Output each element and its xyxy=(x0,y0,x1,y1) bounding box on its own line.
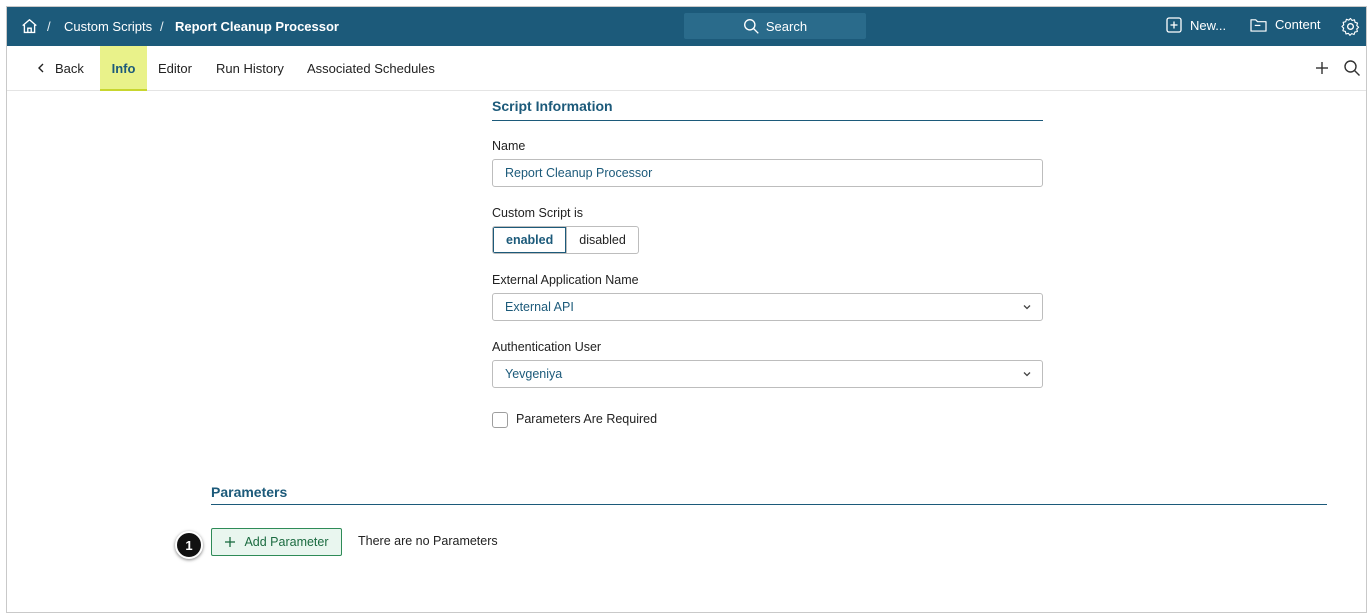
back-button[interactable]: Back xyxy=(37,46,84,91)
step-callout-badge: 1 xyxy=(175,531,203,559)
breadcrumb-current: Report Cleanup Processor xyxy=(175,19,339,34)
authentication-user-value: Yevgeniya xyxy=(505,367,563,381)
chevron-down-icon xyxy=(1023,305,1031,310)
external-application-value: External API xyxy=(505,300,574,314)
tab-associated-schedules[interactable]: Associated Schedules xyxy=(307,46,435,91)
top-bar: / Custom Scripts / Report Cleanup Proces… xyxy=(7,7,1366,46)
enabled-option[interactable]: enabled xyxy=(493,227,567,253)
search-icon xyxy=(743,18,759,34)
parameters-required-label: Parameters Are Required xyxy=(516,412,658,426)
parameters-required-checkbox[interactable] xyxy=(492,412,508,428)
plus-icon[interactable] xyxy=(1313,59,1331,77)
authentication-user-label: Authentication User xyxy=(492,340,602,354)
external-application-label: External Application Name xyxy=(492,273,639,287)
tab-editor[interactable]: Editor xyxy=(158,46,192,91)
content-label: Content xyxy=(1275,17,1321,32)
search-label: Search xyxy=(765,18,808,34)
search-icon[interactable] xyxy=(1343,59,1361,77)
search-button[interactable]: Search xyxy=(684,13,866,39)
breadcrumb-custom-scripts[interactable]: Custom Scripts xyxy=(64,19,152,34)
tab-bar: Back Info Editor Run History Associated … xyxy=(7,46,1366,91)
chevron-left-icon xyxy=(38,63,44,73)
status-toggle: enabled disabled xyxy=(492,226,639,254)
tab-info[interactable]: Info xyxy=(100,46,147,91)
breadcrumb-separator: / xyxy=(47,19,51,34)
name-label: Name xyxy=(492,139,526,153)
app-window: / Custom Scripts / Report Cleanup Proces… xyxy=(6,6,1367,613)
content-button[interactable]: Content xyxy=(1250,17,1321,32)
custom-script-status-label: Custom Script is xyxy=(492,206,583,220)
home-icon[interactable] xyxy=(21,18,38,35)
chevron-down-icon xyxy=(1023,372,1031,377)
add-parameter-button[interactable]: Add Parameter xyxy=(211,528,342,556)
add-parameter-label: Add Parameter xyxy=(244,535,329,549)
disabled-option[interactable]: disabled xyxy=(566,227,638,253)
parameters-divider xyxy=(211,504,1327,505)
authentication-user-select[interactable]: Yevgeniya xyxy=(492,360,1043,388)
name-field[interactable]: Report Cleanup Processor xyxy=(492,159,1043,187)
tab-run-history[interactable]: Run History xyxy=(216,46,284,91)
script-information-title: Script Information xyxy=(492,98,613,114)
folder-icon xyxy=(1250,19,1267,32)
parameters-title: Parameters xyxy=(211,484,288,500)
breadcrumb-separator: / xyxy=(160,19,164,34)
external-application-select[interactable]: External API xyxy=(492,293,1043,321)
gear-icon[interactable] xyxy=(1341,17,1360,36)
no-parameters-message: There are no Parameters xyxy=(358,534,498,548)
plus-square-icon xyxy=(1166,17,1182,33)
new-label: New... xyxy=(1190,17,1227,33)
new-button[interactable]: New... xyxy=(1166,17,1226,33)
section-divider xyxy=(492,120,1043,121)
back-label: Back xyxy=(55,61,84,76)
plus-icon xyxy=(225,537,236,547)
